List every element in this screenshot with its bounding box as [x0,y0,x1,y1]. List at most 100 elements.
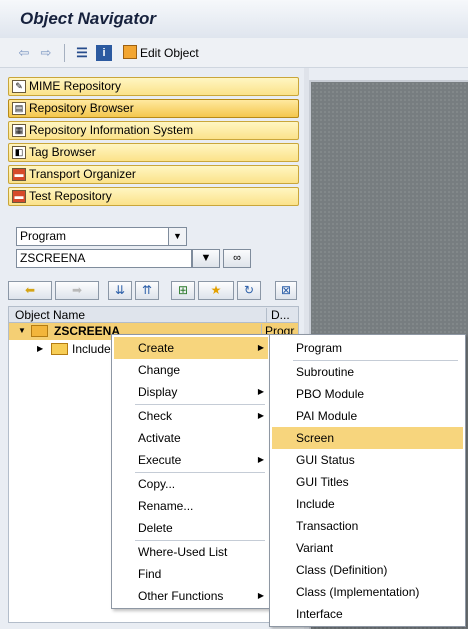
submenu-item-label: PBO Module [296,387,365,401]
submenu-item-pbo-module[interactable]: PBO Module [272,383,463,405]
menu-item-delete[interactable]: Delete [114,517,268,539]
refresh-button[interactable]: ↻ [237,281,261,300]
submenu-item-variant[interactable]: Variant [272,537,463,559]
submenu-item-label: Class (Implementation) [296,585,420,599]
nav-button-label: MIME Repository [29,79,122,93]
mime-repository-button[interactable]: ✎ MIME Repository [8,77,299,96]
submenu-item-label: GUI Titles [296,475,349,489]
nav-button-label: Test Repository [29,189,112,203]
chevron-down-icon[interactable]: ▼ [168,228,186,245]
expand-button[interactable]: ⇈ [135,281,159,300]
collapse-button[interactable]: ⇊ [108,281,132,300]
glasses-icon: ∞ [233,252,241,264]
submenu-arrow-icon: ▶ [257,387,264,396]
submenu-item-label: Include [296,497,335,511]
hierarchy-tree-icon: ⊞ [177,283,189,297]
toolbar-separator [64,44,65,62]
test-icon: ▬ [12,190,26,203]
create-submenu: Program Subroutine PBO Module PAI Module… [269,334,466,627]
submenu-item-transaction[interactable]: Transaction [272,515,463,537]
edit-object-label: Edit Object [140,46,199,60]
hierarchy-icon[interactable]: ☰ [74,45,90,61]
display-button[interactable]: ∞ [223,249,251,268]
submenu-item-label: GUI Status [296,453,355,467]
submenu-arrow-icon: ▶ [257,343,264,352]
menu-item-label: Delete [138,521,173,535]
object-name-value: ZSCREENA [20,251,86,265]
menu-item-label: Execute [138,453,182,467]
info-system-icon: ▦ [12,124,26,137]
test-repository-button[interactable]: ▬ Test Repository [8,187,299,206]
nav-button-label: Tag Browser [29,145,96,159]
submenu-item-label: Screen [296,431,335,445]
menu-item-create[interactable]: Create ▶ [114,337,268,359]
window-title: Object Navigator [20,9,157,28]
submenu-item-screen[interactable]: Screen [272,427,463,449]
menu-item-execute[interactable]: Execute ▶ [114,449,268,471]
menu-item-label: Activate [138,431,181,445]
repository-information-system-button[interactable]: ▦ Repository Information System [8,121,299,140]
menu-item-copy[interactable]: Copy... [114,473,268,495]
submenu-item-class-definition[interactable]: Class (Definition) [272,559,463,581]
object-name-dropdown-button[interactable]: ▼ [192,249,220,268]
submenu-item-class-implementation[interactable]: Class (Implementation) [272,581,463,603]
pencil-icon [123,45,137,59]
submenu-item-gui-status[interactable]: GUI Status [272,449,463,471]
submenu-item-label: Program [296,341,343,355]
menu-item-label: Other Functions [138,589,224,603]
refresh-icon: ↻ [243,283,255,297]
close-tree-button[interactable]: ⊠ [275,281,297,300]
submenu-item-program[interactable]: Program [272,337,463,359]
column-object-name[interactable]: Object Name [15,308,85,322]
back-arrow-icon[interactable]: ⇦ [16,45,32,61]
previous-object-button[interactable]: ⬅ [8,281,52,300]
submenu-item-interface[interactable]: Interface [272,603,463,625]
menu-item-label: Check [138,409,173,423]
menu-item-label: Rename... [138,499,194,513]
browser-icon: ▤ [12,102,26,115]
column-description[interactable]: D... [266,308,290,323]
object-type-select[interactable]: Program ▼ [16,227,187,246]
submenu-arrow-icon: ▶ [257,455,264,464]
menu-item-check[interactable]: Check ▶ [114,405,268,427]
object-type-value: Program [20,229,67,243]
hierarchy-button[interactable]: ⊞ [171,281,195,300]
info-icon[interactable]: i [96,45,112,61]
submenu-arrow-icon: ▶ [257,591,264,600]
menu-item-rename[interactable]: Rename... [114,495,268,517]
expanded-triangle-icon[interactable]: ▼ [18,326,26,335]
tag-icon: ◧ [12,146,26,159]
left-arrow-icon: ⬅ [24,283,36,297]
menu-item-change[interactable]: Change [114,359,268,381]
menu-item-other-functions[interactable]: Other Functions ▶ [114,585,268,607]
menu-item-display[interactable]: Display ▶ [114,381,268,403]
favorites-button[interactable]: ★ [198,281,234,300]
expand-icon: ⇈ [141,283,153,297]
collapsed-triangle-icon[interactable]: ▶ [37,344,43,353]
menu-item-label: Change [138,363,181,377]
submenu-item-label: PAI Module [296,409,358,423]
submenu-item-gui-titles[interactable]: GUI Titles [272,471,463,493]
submenu-item-include[interactable]: Include [272,493,463,515]
caret-down-icon: ▼ [200,252,212,264]
repository-browser-button[interactable]: ▤ Repository Browser [8,99,299,118]
object-name-input[interactable]: ZSCREENA [16,249,192,268]
submenu-item-pai-module[interactable]: PAI Module [272,405,463,427]
nav-button-label: Repository Information System [29,123,194,137]
tag-browser-button[interactable]: ◧ Tag Browser [8,143,299,162]
folder-icon [51,343,68,355]
submenu-item-label: Variant [296,541,334,555]
menu-item-activate[interactable]: Activate [114,427,268,449]
menu-item-find[interactable]: Find [114,563,268,585]
edit-object-button[interactable]: Edit Object [123,45,199,60]
menu-item-label: Find [138,567,162,581]
submenu-item-subroutine[interactable]: Subroutine [272,361,463,383]
menu-item-label: Copy... [138,477,176,491]
submenu-item-label: Class (Definition) [296,563,388,577]
forward-arrow-icon[interactable]: ⇨ [38,45,54,61]
transport-organizer-button[interactable]: ▬ Transport Organizer [8,165,299,184]
next-object-button[interactable]: ➡ [55,281,99,300]
nav-button-label: Transport Organizer [29,167,136,181]
collapse-icon: ⇊ [114,283,126,297]
menu-item-where-used-list[interactable]: Where-Used List [114,541,268,563]
